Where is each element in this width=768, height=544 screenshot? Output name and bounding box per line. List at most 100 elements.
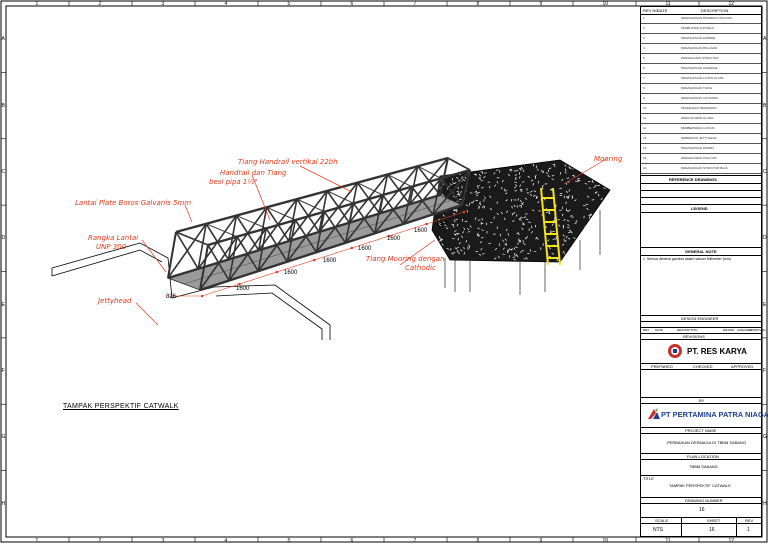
leader-handrail-post — [300, 166, 352, 192]
revision-row-description: PEMASANGAN STRUKTUR BAJA — [681, 166, 728, 170]
leader-jettyhead — [136, 303, 158, 325]
rev-header-description: DESCRIPTION — [701, 8, 728, 13]
revision-row: 16 PEMASANGAN STRUKTUR BAJA — [641, 165, 761, 174]
legend-label: LEGEND — [691, 206, 708, 211]
title-label: TITLE — [643, 476, 654, 481]
mooring-dolphin — [432, 160, 610, 295]
revision-row-description: PEMASANGAN CATHODIC — [681, 96, 718, 100]
grid-column-label: 6 — [351, 1, 354, 7]
revision-row: 6PEMASANGAN HANDRAIL — [641, 65, 761, 74]
revision-row-no: 5 — [643, 56, 645, 60]
revision-row: 15 PENGECORAN PILE CAP — [641, 155, 761, 164]
annotation-floor-frame-line1: Rangka Lantai — [88, 234, 138, 242]
revision-row-description: PEMASANGAN FENDER — [681, 36, 715, 40]
grid-row-label: C — [2, 169, 6, 175]
grid-column-label: 1 — [36, 1, 39, 7]
revision-row-description: PENGECORAN PILE CAP — [681, 156, 717, 160]
dimension-label: 1600 — [414, 228, 427, 234]
revision-row: 14PEMASANGAN RAMBU — [641, 145, 761, 154]
revision-row-no: 12 — [643, 126, 646, 130]
grid-row-label: A — [763, 36, 766, 42]
annotation-handrail-pipe-line1: Handrail dan Tiang — [220, 169, 287, 177]
revision-row-description: PEMASANGAN BOLLARD — [681, 46, 717, 50]
grid-row-label: G — [2, 434, 6, 440]
reference-drawings-label: REFERENCE DRAWINGS — [669, 177, 717, 182]
revision-row-no: 8 — [643, 86, 645, 90]
revision-column-header: DESCRIPTION — [677, 328, 698, 332]
leader-floor-plate — [185, 205, 192, 222]
drawing-sheet: 112233445566778899101011111212AABBCCDDEE… — [0, 0, 768, 543]
revision-row-no: 6 — [643, 66, 645, 70]
revision-row: 2PEMBUATAN CATWALK — [641, 25, 761, 34]
revision-row-description: PEMASANGAN MOORING DOLPHIN — [681, 16, 732, 20]
annotation-mooring-post-line1: Tiang Mooring dengan — [366, 255, 445, 263]
annotation-floor-plate: Lantai Plate Boros Galvanis 5mm — [75, 199, 191, 207]
revision-row-no: 9 — [643, 96, 645, 100]
rev-rows: 1PEMASANGAN MOORING DOLPHIN2PEMBUATAN CA… — [641, 15, 761, 175]
grid-row-label: H — [763, 501, 767, 507]
drawing-number: 16 — [699, 507, 705, 513]
revision-column-header: DATE — [655, 328, 663, 332]
revision-row-description: PEKERJAAN PERSIAPAN — [681, 106, 717, 110]
revision-column-header: APPROVED — [749, 328, 766, 332]
revision-column-header: REV — [643, 328, 649, 332]
grid-row-label: H — [2, 501, 6, 507]
revision-row: 13PERBAIKAN JETTYHEAD — [641, 135, 761, 144]
revision-row-description: PENGUKURAN ULANG — [681, 116, 713, 120]
grid-row-label: G — [763, 434, 767, 440]
grid-column-label: 8 — [477, 1, 480, 7]
revision-row: 5 PENGECATAN STRUKTUR — [641, 55, 761, 64]
revision-row-no: 15 — [643, 156, 646, 160]
grid-column-label: 5 — [288, 1, 291, 7]
dimension-label: 1600 — [323, 258, 336, 264]
annotation-mooring-post-line2: Cathodic — [405, 264, 436, 272]
grid-column-label: 4 — [225, 1, 228, 7]
grid-row-label: D — [763, 235, 767, 241]
revision-row-description: PEMASANGAN TIANG — [681, 86, 712, 90]
revision-row: 10PEKERJAAN PERSIAPAN — [641, 105, 761, 114]
dimension-label: 1600 — [358, 246, 371, 252]
revision-row: 8 PEMASANGAN TIANG — [641, 85, 761, 94]
revision-column-header: DRAWN — [723, 328, 734, 332]
sheet-value: 16 — [709, 527, 715, 533]
revision-row: 12 PEMBERSIHAN LOKASI — [641, 125, 761, 134]
annotation-jettyhead: Jettyhead — [98, 297, 131, 305]
grid-row-label: A — [2, 36, 5, 42]
revision-columns: REVDATEDESCRIPTIONDRAWNCHECKEDAPPROVED — [641, 327, 761, 333]
grid-row-label: E — [763, 302, 766, 308]
revision-row: 4 PEMASANGAN BOLLARD — [641, 45, 761, 54]
revision-row-no: 4 — [643, 46, 645, 50]
client-logo-icon — [646, 407, 662, 421]
company-name: PT. RES KARYA — [687, 347, 747, 356]
revision-row: 3PEMASANGAN FENDER — [641, 35, 761, 44]
general-note-label: GENERAL NOTE — [685, 249, 717, 254]
scale-value: NTS — [653, 527, 663, 533]
rev-value: 1 — [747, 527, 750, 533]
annotation-floor-frame-line2: UNP 300 — [96, 243, 126, 251]
revision-row: 9 PEMASANGAN CATHODIC — [641, 95, 761, 104]
grid-row-label: E — [2, 302, 5, 308]
dimension-label: 1600 — [284, 270, 297, 276]
revision-row-description: PENGECATAN STRUKTUR — [681, 56, 718, 60]
revision-row-description: PEMBUATAN CATWALK — [681, 26, 714, 30]
project-name: PERBAIKAN DERMAGA DI TBBM SABANG — [667, 440, 746, 445]
general-note-text: 1. Semua dimensi gambar dalam satuan Mil… — [643, 257, 731, 261]
annotation-handrail-pipe-line2: besi pipa 1½" — [209, 178, 257, 186]
column-ticks — [69, 1, 699, 542]
annotation-mooring: Mooring — [594, 155, 622, 163]
revision-row-description: PEMBERSIHAN LOKASI — [681, 126, 715, 130]
revision-row-description: PERBAIKAN JETTYHEAD — [681, 136, 717, 140]
grid-row-label: F — [763, 368, 766, 374]
grid-column-label: 9 — [540, 1, 543, 7]
grid-row-label: C — [763, 169, 767, 175]
grid-row-label: B — [763, 103, 766, 109]
revision-row-no: 16 — [643, 166, 646, 170]
client-name: PT PERTAMINA PATRA NIAGA — [661, 410, 768, 419]
dimension-label: 826 — [166, 294, 176, 300]
grid-row-label: D — [2, 235, 6, 241]
drawing-title: TAMPAK PERSPEKTIF CATWALK — [669, 483, 731, 488]
dimension-label: 1600 — [236, 286, 249, 292]
leader-floor-frame — [142, 240, 166, 272]
grid-row-label: B — [2, 103, 5, 109]
revision-row: 11PENGUKURAN ULANG — [641, 115, 761, 124]
